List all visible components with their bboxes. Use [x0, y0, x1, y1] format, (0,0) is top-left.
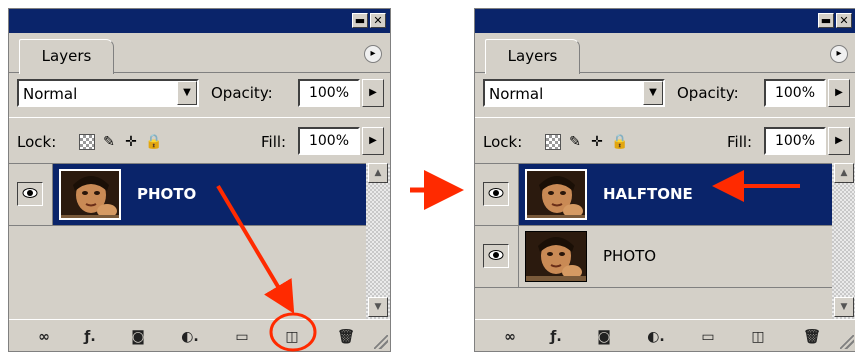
close-button[interactable]: ✕ — [370, 13, 386, 28]
tab-layers[interactable]: Layers — [485, 39, 580, 74]
layer-body[interactable]: PHOTO — [53, 164, 366, 225]
blend-mode-value: Normal — [489, 85, 544, 103]
link-icon[interactable]: ∞ — [499, 328, 521, 346]
eye-icon[interactable] — [17, 182, 43, 206]
lock-brush-icon[interactable]: ✎ — [101, 134, 117, 150]
tutorial-illustration: ▬ ✕ Layers ▸ Normal ▼ Opacity: 100% ▶ Lo… — [0, 0, 855, 355]
blend-mode-value: Normal — [23, 85, 78, 103]
layer-mask-icon[interactable]: ◙ — [593, 328, 615, 346]
new-group-icon[interactable]: ▭ — [697, 328, 719, 346]
layers-list: PHOTO — [9, 163, 366, 321]
lock-all-icon[interactable]: 🔒 — [145, 134, 162, 150]
opacity-field[interactable]: 100% — [764, 79, 826, 107]
lock-transparency-icon[interactable] — [545, 134, 561, 150]
panel-menu-button[interactable]: ▸ — [830, 45, 848, 63]
fill-slider-button[interactable]: ▶ — [828, 127, 850, 155]
layer-thumbnail — [59, 169, 121, 220]
adjustment-layer-icon[interactable]: ◐. — [179, 328, 201, 346]
layer-body[interactable]: PHOTO — [519, 226, 832, 287]
layer-style-icon[interactable]: ƒ. — [79, 328, 101, 346]
blend-row: Normal ▼ Opacity: 100% ▶ — [9, 73, 390, 117]
trash-icon[interactable]: 🗑 — [335, 328, 357, 346]
panel-titlebar: ▬ ✕ — [9, 9, 390, 33]
tab-strip: Layers ▸ — [475, 33, 855, 74]
layer-thumbnail — [525, 169, 587, 220]
lock-transparency-icon[interactable] — [79, 134, 95, 150]
layer-row-halftone[interactable]: HALFTONE — [475, 164, 832, 226]
layer-row-photo[interactable]: PHOTO — [9, 164, 366, 226]
lock-brush-icon[interactable]: ✎ — [567, 134, 583, 150]
adjustment-layer-icon[interactable]: ◐. — [645, 328, 667, 346]
minimize-button[interactable]: ▬ — [352, 13, 368, 28]
new-group-icon[interactable]: ▭ — [231, 328, 253, 346]
resize-grip[interactable] — [840, 335, 854, 349]
minimize-button[interactable]: ▬ — [818, 13, 834, 28]
panel-menu-button[interactable]: ▸ — [364, 45, 382, 63]
new-layer-button[interactable]: ◫ — [747, 328, 769, 346]
opacity-slider-button[interactable]: ▶ — [828, 79, 850, 107]
scroll-up-button[interactable]: ▲ — [834, 163, 854, 183]
layers-panel-after: ▬ ✕ Layers ▸ Normal ▼ Opacity: 100% ▶ Lo… — [474, 8, 855, 352]
visibility-cell — [475, 226, 519, 287]
scroll-up-button[interactable]: ▲ — [368, 163, 388, 183]
opacity-field[interactable]: 100% — [298, 79, 360, 107]
eye-icon[interactable] — [483, 244, 509, 268]
scroll-down-button[interactable]: ▼ — [368, 297, 388, 317]
layer-name: PHOTO — [603, 247, 657, 265]
layer-thumbnail — [525, 231, 587, 282]
layer-name: PHOTO — [137, 185, 197, 203]
blend-row: Normal ▼ Opacity: 100% ▶ — [475, 73, 855, 117]
lock-move-icon[interactable]: ✛ — [123, 134, 139, 150]
lock-move-icon[interactable]: ✛ — [589, 134, 605, 150]
blend-mode-select[interactable]: Normal ▼ — [483, 79, 665, 107]
fill-field[interactable]: 100% — [764, 127, 826, 155]
layers-bottom-bar: ∞ ƒ. ◙ ◐. ▭ ◫ 🗑 — [475, 319, 855, 351]
layers-bottom-bar: ∞ ƒ. ◙ ◐. ▭ ◫ 🗑 — [9, 319, 390, 351]
fill-label: Fill: — [261, 133, 287, 151]
link-icon[interactable]: ∞ — [33, 328, 55, 346]
resize-grip[interactable] — [374, 335, 388, 349]
visibility-cell — [475, 164, 519, 225]
opacity-label: Opacity: — [211, 84, 273, 102]
layer-name: HALFTONE — [603, 185, 693, 203]
trash-icon[interactable]: 🗑 — [801, 328, 823, 346]
layer-mask-icon[interactable]: ◙ — [127, 328, 149, 346]
lock-all-icon[interactable]: 🔒 — [611, 134, 628, 150]
opacity-slider-button[interactable]: ▶ — [362, 79, 384, 107]
chevron-down-icon[interactable]: ▼ — [643, 81, 663, 105]
close-button[interactable]: ✕ — [836, 13, 852, 28]
visibility-cell — [9, 164, 53, 225]
panel-titlebar: ▬ ✕ — [475, 9, 855, 33]
eye-icon[interactable] — [483, 182, 509, 206]
fill-slider-button[interactable]: ▶ — [362, 127, 384, 155]
layers-panel-before: ▬ ✕ Layers ▸ Normal ▼ Opacity: 100% ▶ Lo… — [8, 8, 391, 352]
tab-strip: Layers ▸ — [9, 33, 390, 74]
tab-layers[interactable]: Layers — [19, 39, 114, 74]
new-layer-button[interactable]: ◫ — [281, 328, 303, 346]
lock-label: Lock: — [483, 133, 523, 151]
layers-scrollbar[interactable]: ▲ ▼ — [832, 163, 855, 321]
fill-label: Fill: — [727, 133, 753, 151]
scroll-down-button[interactable]: ▼ — [834, 297, 854, 317]
chevron-down-icon[interactable]: ▼ — [177, 81, 197, 105]
lock-row: Lock: ✎ ✛ 🔒 Fill: 100% ▶ — [475, 117, 855, 163]
layers-scrollbar[interactable]: ▲ ▼ — [366, 163, 390, 321]
lock-row: Lock: ✎ ✛ 🔒 Fill: 100% ▶ — [9, 117, 390, 163]
lock-label: Lock: — [17, 133, 57, 151]
layer-body[interactable]: HALFTONE — [519, 164, 832, 225]
layer-row-photo[interactable]: PHOTO — [475, 226, 832, 288]
opacity-label: Opacity: — [677, 84, 739, 102]
fill-field[interactable]: 100% — [298, 127, 360, 155]
layers-list: HALFTONE PHOTO — [475, 163, 832, 321]
layer-style-icon[interactable]: ƒ. — [545, 328, 567, 346]
blend-mode-select[interactable]: Normal ▼ — [17, 79, 199, 107]
